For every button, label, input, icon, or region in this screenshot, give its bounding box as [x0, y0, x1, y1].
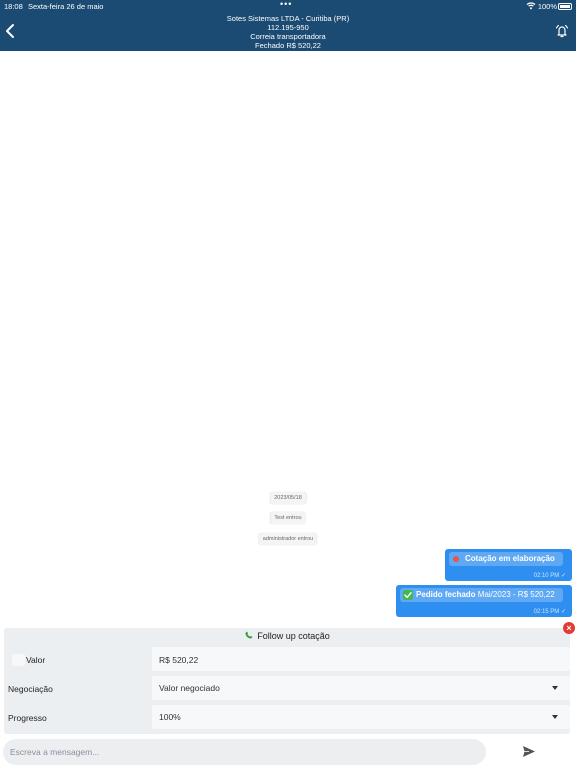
negociacao-value: Valor negociado — [159, 683, 220, 693]
status-bar: 18:08 Sexta-feira 26 de maio ••• 100% — [0, 0, 576, 12]
green-check-icon — [403, 590, 413, 600]
top-bar: 18:08 Sexta-feira 26 de maio ••• 100% So… — [0, 0, 576, 51]
join-chip-test: Test entrou — [270, 512, 306, 524]
follow-up-panel: Follow up cotação Valor R$ 520,22 Negoci… — [4, 628, 570, 734]
valor-field[interactable]: R$ 520,22 — [152, 647, 570, 671]
message-bubble[interactable]: Pedido fechado Mai/2023 - R$ 520,22 02:1… — [396, 585, 572, 617]
progresso-value: 100% — [159, 712, 181, 722]
message-content: Cotação em elaboração — [449, 552, 563, 566]
follow-up-title-text: Follow up cotação — [257, 631, 330, 641]
header-company: Sotes Sistemas LTDA - Curitiba (PR) — [226, 14, 350, 23]
message-content: Pedido fechado Mai/2023 - R$ 520,22 — [400, 588, 563, 602]
follow-up-title: Follow up cotação — [4, 630, 570, 641]
header-zip: 112.195-950 — [267, 23, 309, 32]
header-product: Correia transportadora — [250, 32, 326, 41]
valor-checkbox[interactable] — [12, 654, 25, 666]
message-input[interactable] — [3, 739, 486, 765]
phone-icon — [245, 631, 253, 639]
send-icon[interactable] — [522, 745, 536, 758]
header-status: Fechado R$ 520,22 — [255, 41, 321, 50]
caret-down-icon — [552, 686, 558, 690]
message-text: Cotação em elaboração — [465, 554, 555, 563]
chevron-left-icon[interactable] — [4, 23, 18, 39]
multitask-dots[interactable]: ••• — [280, 0, 292, 9]
progresso-label: Progresso — [8, 713, 47, 723]
battery-icon — [558, 3, 572, 10]
date-chip: 2023/05/18 — [270, 492, 306, 504]
message-text-bold: Pedido fechado — [416, 590, 476, 599]
message-time: 02:15 PM ✓ — [533, 609, 566, 615]
wifi-icon — [526, 2, 536, 10]
status-time: 18:08 — [4, 2, 23, 11]
close-icon[interactable]: × — [563, 622, 575, 634]
conversation-header: Sotes Sistemas LTDA - Curitiba (PR) 112.… — [100, 14, 476, 50]
red-dot-icon — [453, 556, 459, 562]
status-date: Sexta-feira 26 de maio — [28, 2, 104, 11]
join-chip-admin: administrador entrou — [258, 533, 318, 545]
progresso-select[interactable]: 100% — [152, 705, 570, 729]
valor-value: R$ 520,22 — [159, 655, 199, 665]
battery-percentage: 100% — [537, 2, 557, 11]
bell-alert-icon[interactable] — [555, 24, 569, 38]
negociacao-label: Negociação — [8, 684, 53, 694]
valor-label: Valor — [26, 655, 46, 665]
negociacao-select[interactable]: Valor negociado — [152, 676, 570, 700]
message-time: 02:10 PM ✓ — [533, 573, 566, 579]
caret-down-icon — [552, 715, 558, 719]
message-bubble[interactable]: Cotação em elaboração 02:10 PM ✓ — [445, 549, 572, 581]
message-text-rest: Mai/2023 - R$ 520,22 — [475, 590, 555, 599]
